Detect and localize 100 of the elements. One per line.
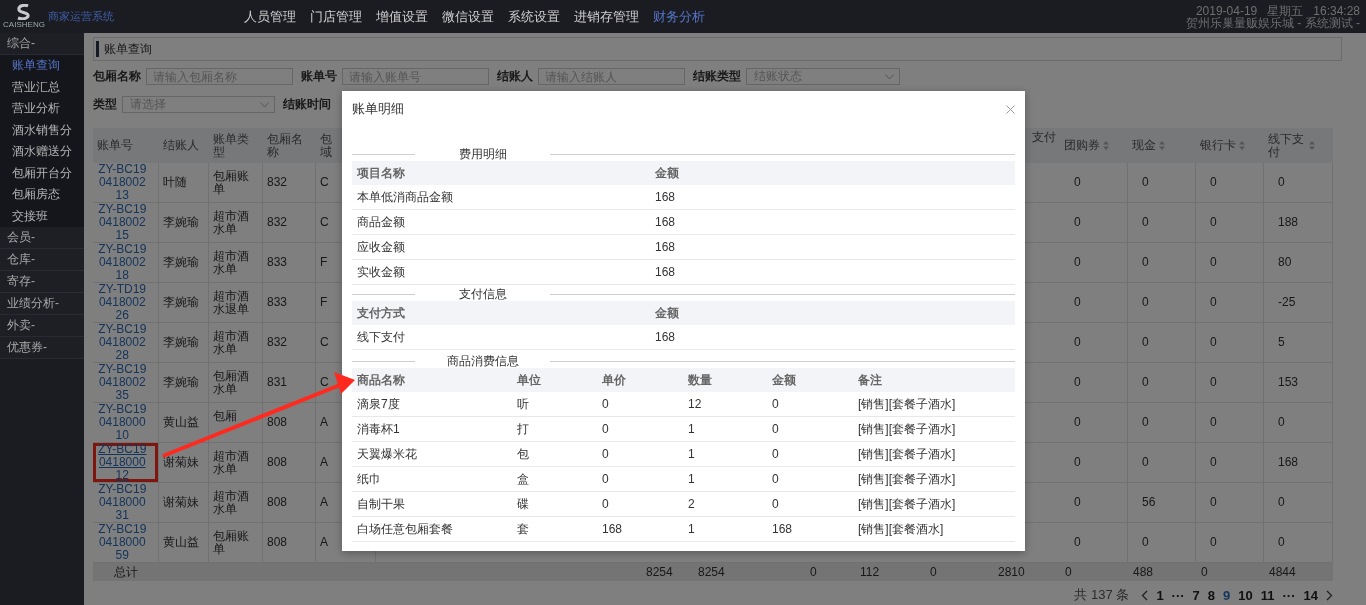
bill-number-link[interactable]: ZY-BC19041800228 [97,323,148,362]
table-cell-text: 包厢 [213,409,238,425]
table-cell-text: 0 [601,447,610,461]
bill-number-link[interactable]: ZY-BC19041800213 [97,163,148,202]
sort-icon[interactable] [1159,141,1165,150]
bill-number-link[interactable]: ZY-BC19041800010 [97,403,148,442]
column-header: 支付 [1032,131,1056,144]
page-button[interactable]: 14 [1303,587,1318,603]
page-button[interactable]: 1 [1156,587,1164,603]
table-cell-text: 0 [601,497,610,511]
column-header: 备注 [857,371,883,389]
sidebar-item[interactable]: 包厢开台分 [0,162,84,184]
menu-item[interactable]: 人员管理 [244,7,296,26]
table-cell: 0 [1074,416,1081,429]
bill-number-link[interactable]: ZY-BC19041800031 [97,483,148,522]
sidebar-item[interactable]: 包厢房态 [0,184,84,206]
table-cell-text: 套 [516,520,530,538]
table-cell: 0 [1210,216,1217,229]
table-cell-text: 0 [771,447,780,461]
close-icon[interactable] [1006,104,1015,114]
table-cell: 0 [1074,296,1081,309]
page-button[interactable]: 9 [1223,587,1231,603]
table-cell: C [320,216,329,229]
sidebar-item[interactable]: 酒水销售分 [0,119,84,141]
total-value: 112 [860,565,880,579]
sidebar-item[interactable]: 酒水赠送分 [0,141,84,163]
sidebar-item[interactable]: 营业分析 [0,98,84,120]
table-cell-text: [销售][套餐子酒水] [857,470,957,488]
table-cell-text: 168 [654,215,677,229]
menu-item[interactable]: 财务分析 [653,7,705,26]
table-cell: 808 [267,416,288,429]
total-value: 0 [810,565,817,579]
bill-number-link[interactable]: ZY-BC19041800012 [97,443,148,482]
column-header: 单位 [516,371,542,389]
page-ellipsis[interactable]: ··· [1171,587,1185,603]
bill-number-link[interactable]: ZY-BC19041800059 [97,523,148,562]
table-cell: 叶随 [163,176,187,189]
page-button[interactable]: 11 [1260,587,1275,603]
menu-item[interactable]: 进销存管理 [574,7,639,26]
caret-icon [885,73,894,80]
page-button[interactable]: 7 [1192,587,1200,603]
table-cell: 0 [1142,216,1149,229]
table-cell-text: 1 [687,472,696,486]
chevron-left-icon[interactable] [1141,589,1149,601]
table-cell: 谢菊妹 [163,456,199,469]
filter-label: 结账时间 [283,96,331,113]
bill-number-link[interactable]: ZY-BC19041800215 [97,203,148,242]
bill-number-link[interactable]: ZY-BC19041800218 [97,243,148,282]
page-button[interactable]: 10 [1238,587,1253,603]
sidebar-group[interactable]: 寄存- [0,271,84,293]
table-cell: C [320,376,329,389]
sort-icon[interactable] [1239,141,1245,150]
menu-item[interactable]: 系统设置 [508,7,560,26]
table-cell-text: 碟 [516,495,530,513]
table-cell: 0 [1210,456,1217,469]
table-cell-text: 应收金额 [356,238,406,256]
table-cell: 56 [1142,496,1156,509]
column-header: 支付方式 [356,304,406,322]
table-cell: 168 [1278,456,1299,469]
menu-item[interactable]: 微信设置 [442,7,494,26]
table-cell: 0 [1278,176,1285,189]
total-value: 488 [1133,565,1154,579]
bill-number-link[interactable]: ZY-BC19041800235 [97,363,148,402]
menu-item[interactable]: 门店管理 [310,7,362,26]
table-cell: A [320,536,328,549]
total-count: 共 137 条 [1074,586,1130,604]
table-cell-text: 盒 [516,470,530,488]
table-cell: 0 [1074,256,1081,269]
sort-icon[interactable] [1309,141,1315,150]
chevron-right-icon[interactable] [1326,589,1333,601]
column-header: 现金 [1132,139,1165,152]
table-cell-text: 超市酒水单 [213,249,250,276]
filter-label: 包厢名称 [93,68,141,85]
filter-label: 账单号 [301,68,337,85]
sidebar-item[interactable]: 账单查询 [0,55,84,77]
table-cell: 0 [1142,456,1149,469]
table-cell-text: 168 [601,522,624,536]
table-cell: F [320,256,328,269]
table-cell: 808 [267,456,288,469]
column-header: 账单号 [97,139,133,152]
table-cell: 李婉瑜 [163,336,199,349]
bill-number-link[interactable]: ZY-TD19041800226 [97,283,148,322]
table-cell: 李婉瑜 [163,376,199,389]
store-name: 贺州乐巢量贩娱乐城 - 系统测试 - [1186,16,1360,29]
menu-item[interactable]: 增值设置 [376,7,428,26]
table-cell-text: 商品金额 [356,213,406,231]
table-cell-text: 包厢账单 [213,529,250,556]
sidebar-item[interactable]: 营业汇总 [0,76,84,98]
column-header: 线下支付 [1268,132,1315,159]
sidebar-group[interactable]: 仓库- [0,249,84,271]
column-header: 团购券 [1064,139,1109,152]
table-cell-text: 168 [654,330,677,344]
sidebar-item[interactable]: 交接班 [0,205,84,227]
page-button[interactable]: 8 [1207,587,1216,603]
column-header: 包域 [320,132,333,159]
table-cell: 5 [1278,336,1285,349]
page-ellipsis[interactable]: ··· [1282,587,1296,603]
table-cell: C [320,336,329,349]
sort-icon[interactable] [1103,141,1109,150]
table-cell-text: 1 [687,522,696,536]
